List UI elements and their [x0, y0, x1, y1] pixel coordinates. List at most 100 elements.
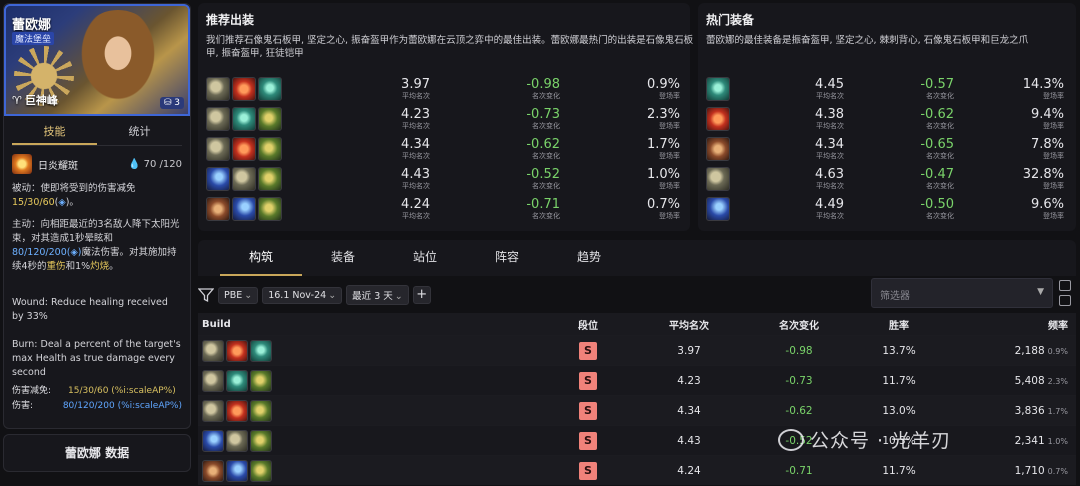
- item-icon[interactable]: [706, 77, 730, 101]
- item-icon[interactable]: [250, 429, 272, 452]
- item-icon[interactable]: [206, 197, 230, 221]
- tab-comps[interactable]: 阵容: [466, 240, 548, 276]
- item-icon[interactable]: [250, 459, 272, 482]
- item-icon[interactable]: [232, 77, 256, 101]
- table-row[interactable]: S 4.24 -0.71 11.7% 1,710 0.7%: [198, 455, 1076, 485]
- place-change-label: 名次变化: [532, 151, 560, 160]
- item-icon[interactable]: [202, 459, 224, 482]
- item-icon[interactable]: [258, 77, 282, 101]
- header-tier[interactable]: 段位: [542, 317, 634, 332]
- item-icon[interactable]: [232, 107, 256, 131]
- item-row[interactable]: 4.24 平均名次 -0.71 名次变化 0.7% 登场率: [206, 194, 682, 224]
- avg-place-value: 4.34: [815, 136, 844, 152]
- item-row[interactable]: 4.23 平均名次 -0.73 名次变化 2.3% 登场率: [206, 104, 682, 134]
- item-icon[interactable]: [250, 339, 272, 362]
- item-icon[interactable]: [250, 399, 272, 422]
- tab-items[interactable]: 装备: [302, 240, 384, 276]
- item-icon[interactable]: [202, 369, 224, 392]
- header-place-change[interactable]: 名次变化: [744, 317, 854, 332]
- play-rate-value: 1.0%: [646, 166, 680, 182]
- item-icon[interactable]: [706, 197, 730, 221]
- avg-place-value: 4.24: [401, 196, 430, 212]
- tier-badge: S: [579, 371, 597, 390]
- item-icon[interactable]: [226, 399, 248, 422]
- item-row[interactable]: 4.49 平均名次 -0.50 名次变化 9.6% 登场率: [706, 194, 1068, 224]
- item-icon[interactable]: [206, 77, 230, 101]
- item-icon[interactable]: [202, 339, 224, 362]
- item-icon[interactable]: [706, 107, 730, 131]
- filter-select[interactable]: 筛选器 ▼: [871, 278, 1053, 308]
- frequency-pct: 1.7%: [1047, 406, 1068, 416]
- item-row[interactable]: 4.38 平均名次 -0.62 名次变化 9.4% 登场率: [706, 104, 1068, 134]
- item-icon[interactable]: [202, 399, 224, 422]
- item-icon[interactable]: [202, 429, 224, 452]
- champion-data-title[interactable]: 蕾欧娜 数据: [3, 434, 191, 472]
- table-row[interactable]: S 3.97 -0.98 13.7% 2,188 0.9%: [198, 335, 1076, 365]
- tier-cell: S: [542, 461, 634, 480]
- place-change-value: -0.47: [920, 166, 954, 182]
- table-row[interactable]: S 4.34 -0.62 13.0% 3,836 1.7%: [198, 395, 1076, 425]
- table-row[interactable]: S 4.23 -0.73 11.7% 5,408 2.3%: [198, 365, 1076, 395]
- mana-display: 💧 70 /120: [128, 159, 182, 170]
- item-icon[interactable]: [232, 137, 256, 161]
- header-avg-place[interactable]: 平均名次: [634, 317, 744, 332]
- item-row[interactable]: 4.45 平均名次 -0.57 名次变化 14.3% 登场率: [706, 74, 1068, 104]
- item-icon[interactable]: [232, 197, 256, 221]
- range-select[interactable]: 最近 3 天 ⌄: [346, 285, 409, 305]
- header-frequency[interactable]: 频率: [944, 317, 1076, 332]
- item-icon[interactable]: [258, 107, 282, 131]
- left-tabs: 技能 统计: [12, 122, 182, 146]
- item-icon[interactable]: [226, 369, 248, 392]
- header-build[interactable]: Build: [198, 319, 542, 330]
- place-change-cell: -0.73: [785, 374, 813, 387]
- filter-icon[interactable]: [198, 287, 214, 303]
- item-icon[interactable]: [258, 167, 282, 191]
- skill-name: 日炎耀斑: [38, 160, 78, 172]
- active-wound-keyword: 重伤: [46, 261, 66, 272]
- tab-positioning[interactable]: 站位: [384, 240, 466, 276]
- skill-header: 日炎耀斑 💧 70 /120: [12, 154, 182, 174]
- winrate-cell: 11.7%: [882, 464, 916, 477]
- table-view-icon[interactable]: [1059, 280, 1071, 291]
- set-select[interactable]: PBE ⌄: [218, 286, 259, 304]
- item-icon[interactable]: [206, 137, 230, 161]
- winrate-cell: 11.7%: [882, 374, 916, 387]
- item-icon[interactable]: [226, 339, 248, 362]
- tab-trends[interactable]: 趋势: [548, 240, 630, 276]
- frequency-pct: 0.7%: [1047, 466, 1068, 476]
- item-row[interactable]: 4.43 平均名次 -0.52 名次变化 1.0% 登场率: [206, 164, 682, 194]
- patch-select[interactable]: 16.1 Nov-24 ⌄: [262, 286, 343, 304]
- add-filter-button[interactable]: +: [412, 286, 431, 304]
- tab-skills[interactable]: 技能: [12, 122, 97, 145]
- item-icon[interactable]: [706, 167, 730, 191]
- place-change-value: -0.65: [920, 136, 954, 152]
- item-row[interactable]: 4.34 平均名次 -0.65 名次变化 7.8% 登场率: [706, 134, 1068, 164]
- hot-rows: 4.45 平均名次 -0.57 名次变化 14.3% 登场率 4.38 平均名次…: [706, 74, 1068, 224]
- item-icon[interactable]: [706, 137, 730, 161]
- tab-stats[interactable]: 统计: [97, 122, 182, 145]
- play-rate-label: 登场率: [659, 151, 680, 160]
- tab-builds[interactable]: 构筑: [220, 240, 302, 276]
- place-change-cell: -0.57 名次变化: [844, 77, 954, 101]
- item-icon[interactable]: [206, 107, 230, 131]
- item-icon[interactable]: [206, 167, 230, 191]
- builds-table: Build 段位 平均名次 名次变化 胜率 频率 S 3.97 -0.98 13…: [198, 313, 1076, 485]
- item-icon[interactable]: [250, 369, 272, 392]
- item-icon[interactable]: [226, 459, 248, 482]
- item-icon[interactable]: [226, 429, 248, 452]
- play-rate-cell: 1.0% 登场率: [560, 166, 680, 191]
- place-change-label: 名次变化: [926, 91, 954, 100]
- item-row[interactable]: 3.97 平均名次 -0.98 名次变化 0.9% 登场率: [206, 74, 682, 104]
- item-icon[interactable]: [258, 197, 282, 221]
- item-row[interactable]: 4.63 平均名次 -0.47 名次变化 32.8% 登场率: [706, 164, 1068, 194]
- chart-view-icon[interactable]: [1059, 295, 1071, 306]
- item-row[interactable]: 4.34 平均名次 -0.62 名次变化 1.7% 登场率: [206, 134, 682, 164]
- avg-place-cell: 4.24 平均名次: [286, 196, 430, 221]
- frequency-count: 2,341: [1014, 434, 1045, 447]
- wound-description: Wound: Reduce healing received by 33%: [12, 297, 168, 322]
- play-rate-label: 登场率: [1043, 151, 1064, 160]
- avg-place-cell: 4.23: [677, 374, 701, 387]
- item-icon[interactable]: [258, 137, 282, 161]
- header-winrate[interactable]: 胜率: [854, 317, 944, 332]
- item-icon[interactable]: [232, 167, 256, 191]
